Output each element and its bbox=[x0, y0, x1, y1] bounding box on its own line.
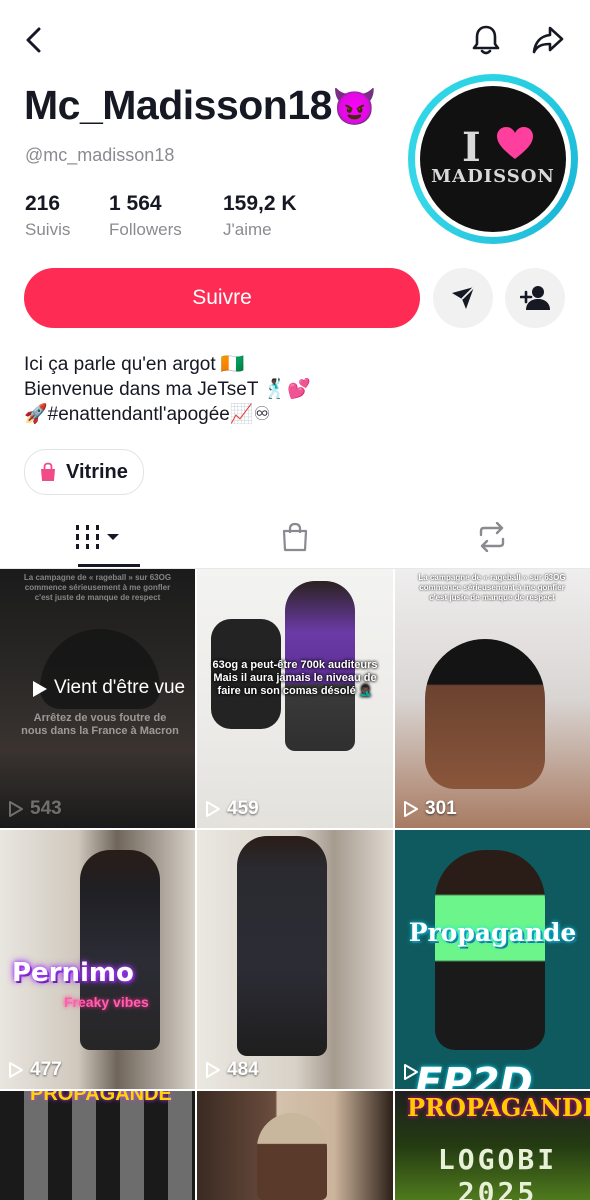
video-subject bbox=[257, 1113, 327, 1200]
view-count: 301 bbox=[403, 798, 457, 820]
video-subject bbox=[435, 850, 545, 1050]
video-thumbnail[interactable]: La campagne de « rageball » sur 63OG com… bbox=[0, 569, 195, 828]
stat-followers-label: Followers bbox=[109, 220, 182, 239]
recently-viewed-label: Vient d'être vue bbox=[54, 677, 186, 698]
send-icon bbox=[452, 286, 475, 309]
video-title: PROPAGANDE bbox=[30, 1091, 172, 1105]
grid-icon bbox=[76, 525, 119, 549]
video-subject bbox=[425, 639, 545, 789]
active-tab-indicator bbox=[78, 564, 140, 567]
recently-viewed-overlay: Vient d'être vue bbox=[32, 677, 194, 699]
video-title: Pernimo bbox=[12, 958, 134, 988]
add-user-icon bbox=[520, 286, 550, 310]
view-count: 459 bbox=[205, 798, 259, 820]
view-count: 484 bbox=[205, 1059, 259, 1081]
video-thumbnail[interactable]: PROPAGANDE bbox=[0, 1091, 195, 1200]
play-outline-icon bbox=[206, 1062, 220, 1078]
profile-bio: Ici ça parle qu'en argot 🇨🇮 Bienvenue da… bbox=[24, 352, 311, 427]
view-count-value: 484 bbox=[227, 1059, 259, 1080]
view-count bbox=[403, 1063, 425, 1081]
heart-icon bbox=[497, 127, 533, 159]
tab-shop[interactable] bbox=[197, 506, 393, 568]
username-text: Mc_Madisson18 bbox=[24, 82, 332, 128]
video-caption-mid: 63og a peut-être 700k auditeurs Mais il … bbox=[212, 659, 378, 697]
bio-line: 🚀#enattendantl'apogée📈♾ bbox=[24, 404, 271, 425]
video-thumbnail[interactable]: 484 bbox=[197, 830, 393, 1089]
view-count: 543 bbox=[8, 798, 62, 820]
video-thumbnail[interactable]: Pernimo Freaky vibes 477 bbox=[0, 830, 195, 1089]
video-thumbnail[interactable]: La campagne de « rageball » sur 63OG com… bbox=[395, 569, 590, 828]
profile-handle: @mc_madisson18 bbox=[25, 145, 175, 165]
video-thumbnail[interactable]: PROPAGANDE LOGOBI 2025 bbox=[395, 1091, 590, 1200]
follow-button[interactable]: Suivre bbox=[24, 268, 420, 328]
stat-following-label: Suivis bbox=[25, 220, 71, 239]
username-emoji: 😈 bbox=[331, 86, 377, 127]
tab-videos[interactable] bbox=[0, 506, 196, 568]
top-bar bbox=[0, 0, 590, 80]
video-thumbnail[interactable]: Propagande EP2D bbox=[395, 830, 590, 1089]
share-button[interactable] bbox=[526, 18, 570, 62]
view-count-value: 477 bbox=[30, 1059, 62, 1080]
back-button[interactable] bbox=[14, 20, 54, 60]
bell-icon bbox=[472, 25, 500, 55]
play-outline-icon bbox=[206, 801, 220, 817]
shopping-bag-icon bbox=[41, 462, 55, 481]
video-caption-top: La campagne de « rageball » sur 63OG com… bbox=[23, 573, 172, 602]
video-subtitle: LOGOBI 2025 bbox=[437, 1143, 558, 1200]
play-icon bbox=[33, 681, 47, 697]
view-count-value: 459 bbox=[227, 798, 259, 819]
video-subtitle: Freaky vibes bbox=[64, 994, 149, 1010]
view-count: 477 bbox=[8, 1059, 62, 1081]
notifications-button[interactable] bbox=[464, 18, 508, 62]
view-count-value: 301 bbox=[425, 798, 457, 819]
share-arrow-icon bbox=[532, 26, 564, 54]
vitrine-label: Vitrine bbox=[66, 460, 128, 483]
stat-following-value: 216 bbox=[25, 192, 61, 215]
view-count-value: 543 bbox=[30, 798, 62, 819]
stat-following[interactable]: 216 Suivis bbox=[25, 192, 70, 240]
video-title: PROPAGANDE bbox=[407, 1093, 590, 1122]
stat-likes-label: J'aime bbox=[223, 220, 272, 239]
video-thumbnail[interactable] bbox=[197, 1091, 393, 1200]
tab-reposts[interactable] bbox=[394, 506, 590, 568]
profile-username: Mc_Madisson18😈 bbox=[24, 82, 377, 129]
stat-likes-value: 159,2 K bbox=[223, 192, 297, 215]
stat-likes[interactable]: 159,2 K J'aime bbox=[223, 192, 297, 240]
play-outline-icon bbox=[9, 801, 23, 817]
stat-followers[interactable]: 1 564 Followers bbox=[109, 192, 182, 240]
message-button[interactable] bbox=[433, 268, 493, 328]
video-subject bbox=[80, 850, 160, 1050]
stat-followers-value: 1 564 bbox=[109, 192, 162, 215]
add-friend-button[interactable] bbox=[505, 268, 565, 328]
video-subtitle: EP2D bbox=[415, 1060, 533, 1089]
vitrine-button[interactable]: Vitrine bbox=[24, 449, 144, 495]
video-title: Propagande bbox=[408, 918, 577, 947]
avatar[interactable]: I MADISSON bbox=[420, 86, 566, 232]
bio-line: Bienvenue dans ma JeTseT 🕺🏿💕 bbox=[24, 379, 311, 400]
bio-line: Ici ça parle qu'en argot 🇨🇮 bbox=[24, 354, 245, 375]
video-subject bbox=[237, 836, 327, 1056]
play-outline-icon bbox=[9, 1062, 23, 1078]
avatar-name-text: MADISSON bbox=[431, 166, 555, 187]
play-outline-icon bbox=[404, 801, 418, 817]
video-caption-mid: Arrêtez de vous foutre de nous dans la F… bbox=[21, 712, 179, 737]
chevron-left-icon bbox=[26, 27, 41, 53]
avatar-letter-i: I bbox=[462, 124, 481, 171]
video-thumbnail[interactable]: 63og a peut-être 700k auditeurs Mais il … bbox=[197, 569, 393, 828]
shopping-bag-icon bbox=[282, 522, 308, 552]
repost-icon bbox=[479, 522, 505, 552]
play-outline-icon bbox=[404, 1064, 418, 1080]
profile-tabs bbox=[0, 506, 590, 569]
video-caption-top: La campagne de « rageball » sur 63OG com… bbox=[418, 573, 566, 602]
